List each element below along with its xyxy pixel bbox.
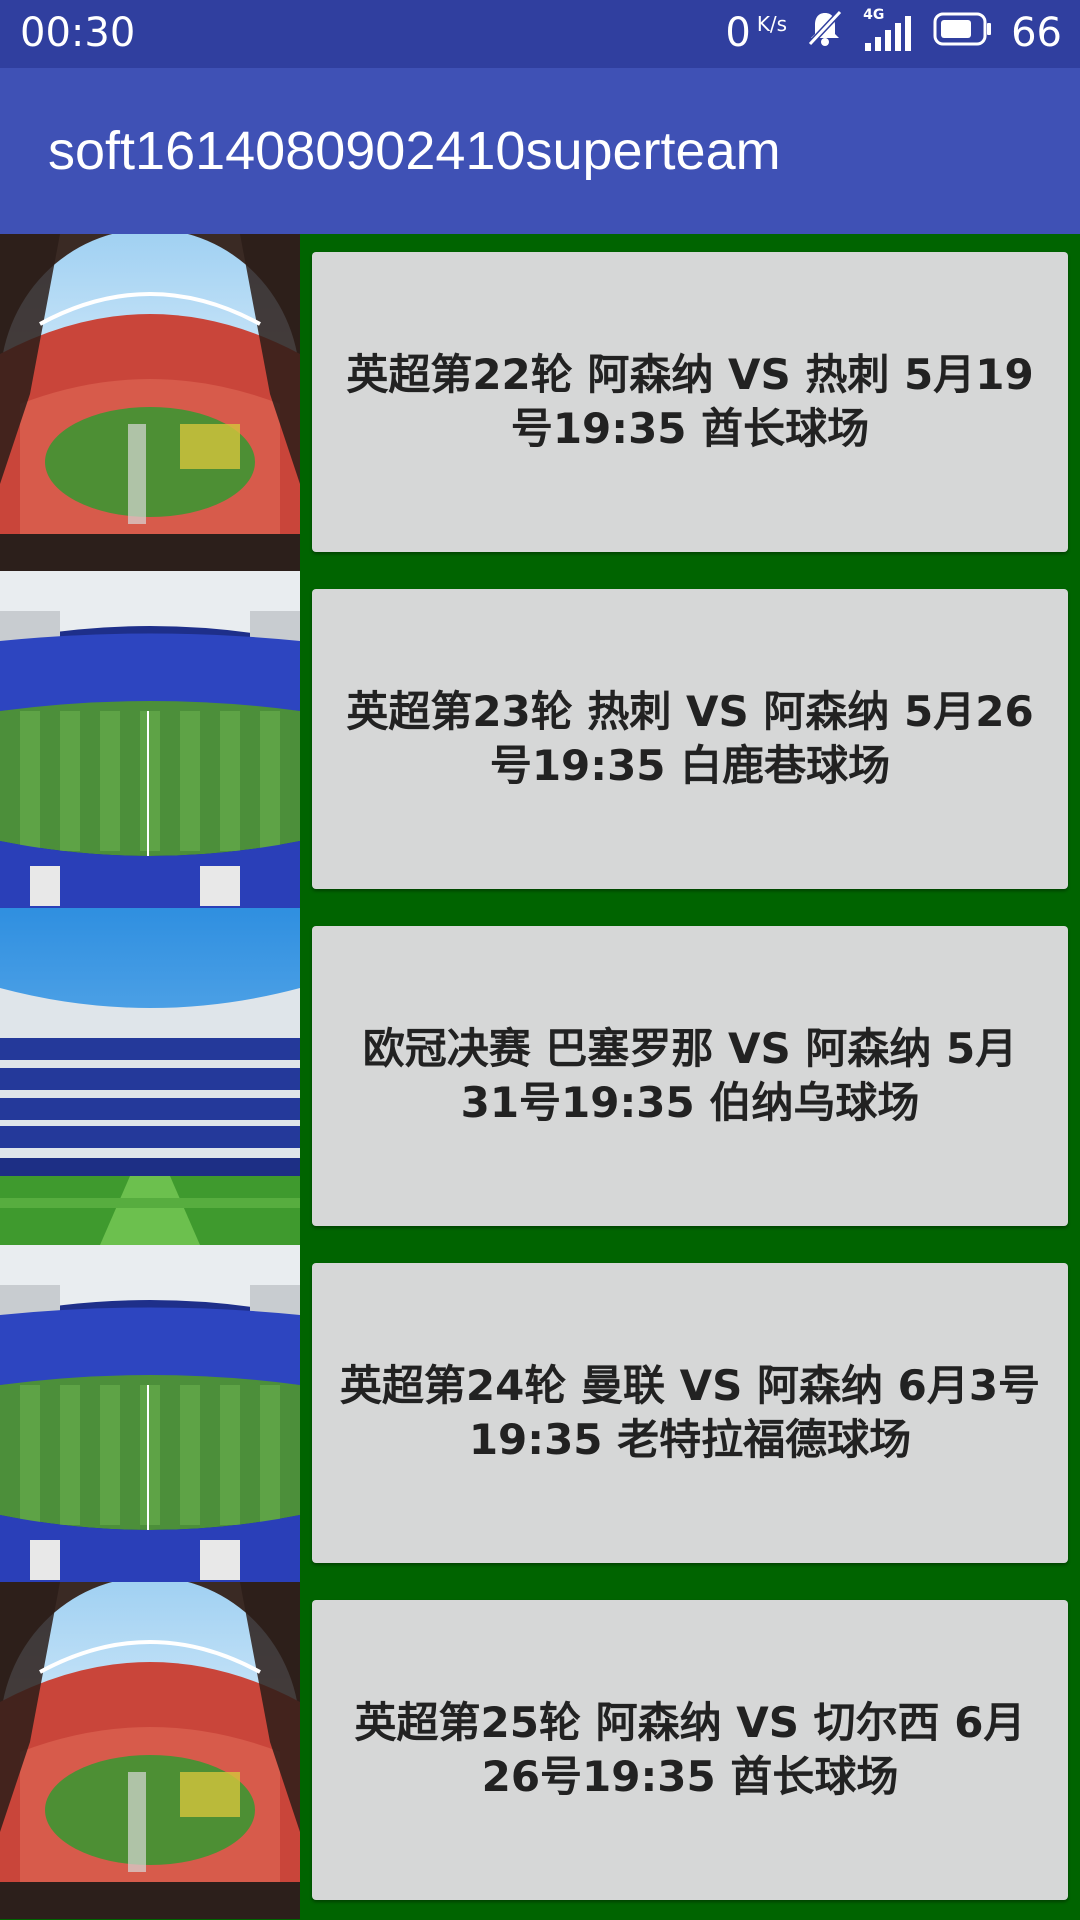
match-text: 英超第22轮 阿森纳 VS 热刺 5月19号19:35 酋长球场 [346,350,1034,453]
list-item: 英超第25轮 阿森纳 VS 切尔西 6月26号19:35 酋长球场 [0,1582,1080,1919]
mute-bell-icon [805,8,845,58]
stadium-red-image [0,234,300,571]
list-item: 欧冠决赛 巴塞罗那 VS 阿森纳 5月31号19:35 伯纳乌球场 [0,908,1080,1245]
network-speed-unit: K/s [756,12,788,36]
list-item: 英超第23轮 热刺 VS 阿森纳 5月26号19:35 白鹿巷球场 [0,571,1080,908]
network-speed-value: 0 [725,10,751,56]
match-text: 英超第23轮 热刺 VS 阿森纳 5月26号19:35 白鹿巷球场 [346,687,1034,790]
match-button[interactable]: 英超第24轮 曼联 VS 阿森纳 6月3号19:35 老特拉福德球场 [312,1263,1068,1563]
match-button[interactable]: 英超第25轮 阿森纳 VS 切尔西 6月26号19:35 酋长球场 [312,1600,1068,1900]
network-speed: 0 K/s [725,8,787,58]
list-item: 英超第22轮 阿森纳 VS 热刺 5月19号19:35 酋长球场 [0,234,1080,571]
match-list[interactable]: 英超第22轮 阿森纳 VS 热刺 5月19号19:35 酋长球场 英超第23轮 … [0,234,1080,1920]
match-button[interactable]: 欧冠决赛 巴塞罗那 VS 阿森纳 5月31号19:35 伯纳乌球场 [312,926,1068,1226]
match-button[interactable]: 英超第22轮 阿森纳 VS 热刺 5月19号19:35 酋长球场 [312,252,1068,552]
app-title: soft1614080902410superteam [48,121,781,181]
battery-icon [933,10,993,56]
battery-level: 66 [1011,10,1062,56]
stadium-blue-image [0,571,300,908]
signal-icon: 4G [863,7,915,53]
stadium-blue-image [0,1245,300,1582]
status-time: 00:30 [20,10,136,56]
match-button[interactable]: 英超第23轮 热刺 VS 阿森纳 5月26号19:35 白鹿巷球场 [312,589,1068,889]
stadium-red-image [0,1582,300,1919]
list-item: 英超第24轮 曼联 VS 阿森纳 6月3号19:35 老特拉福德球场 [0,1245,1080,1582]
match-text: 英超第25轮 阿森纳 VS 切尔西 6月26号19:35 酋长球场 [354,1698,1026,1801]
match-text: 欧冠决赛 巴塞罗那 VS 阿森纳 5月31号19:35 伯纳乌球场 [362,1024,1018,1127]
stadium-real-madrid-image [0,908,300,1245]
status-bar: 00:30 0 K/s 4G 66 [0,0,1080,68]
match-text: 英超第24轮 曼联 VS 阿森纳 6月3号19:35 老特拉福德球场 [339,1361,1041,1464]
app-bar: soft1614080902410superteam [0,68,1080,234]
status-right: 0 K/s 4G 66 [725,7,1062,58]
